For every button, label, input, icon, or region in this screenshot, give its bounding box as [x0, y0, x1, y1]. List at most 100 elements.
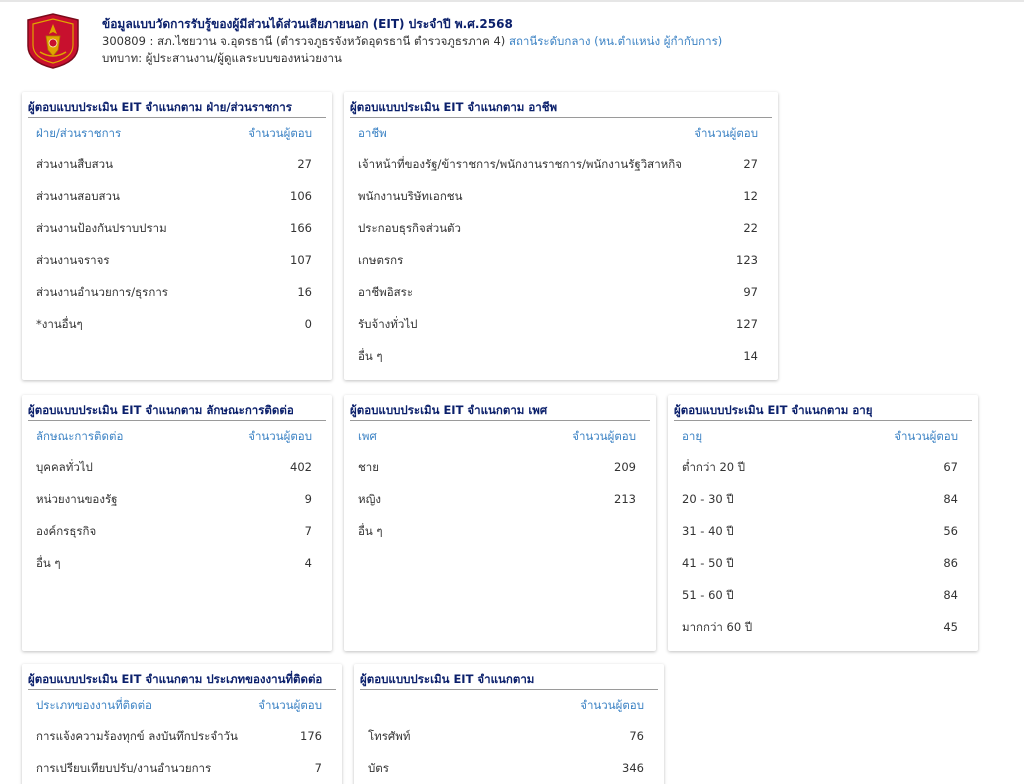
card-title: ผู้ตอบแบบประเมิน EIT จำแนกตาม ฝ่าย/ส่วนร… [28, 96, 326, 118]
table-row: เจ้าหน้าที่ของรัฐ/ข้าราชการ/พนักงานราชกา… [344, 148, 778, 180]
column-header: ฝ่าย/ส่วนราชการ จำนวนผู้ตอบ [22, 118, 332, 148]
row-label: หน่วยงานของรัฐ [36, 492, 118, 506]
row-value: 106 [290, 189, 312, 203]
row-value: 97 [743, 285, 758, 299]
row-label: 41 - 50 ปี [682, 556, 734, 570]
row-value: 67 [943, 460, 958, 474]
row-label: 20 - 30 ปี [682, 492, 734, 506]
row-label: ส่วนงานจราจร [36, 253, 110, 267]
row-label: บัตร [368, 761, 389, 775]
table-row: พนักงานบริษัทเอกชน 12 [344, 180, 778, 212]
table-row: อื่น ๆ 14 [344, 340, 778, 372]
table-row: *งานอื่นๆ 0 [22, 308, 332, 340]
table-row: หน่วยงานของรัฐ 9 [22, 483, 332, 515]
card-gender: ผู้ตอบแบบประเมิน EIT จำแนกตาม เพศ เพศ จำ… [344, 395, 656, 651]
column-count: จำนวนผู้ตอบ [894, 429, 958, 443]
card-division: ผู้ตอบแบบประเมิน EIT จำแนกตาม ฝ่าย/ส่วนร… [22, 92, 332, 380]
column-label: ฝ่าย/ส่วนราชการ [36, 126, 122, 140]
column-header: จำนวนผู้ตอบ [354, 690, 664, 720]
table-row: โทรศัพท์ 76 [354, 720, 664, 752]
table-row: ส่วนงานอำนวยการ/ธุรการ 16 [22, 276, 332, 308]
row-value: 12 [743, 189, 758, 203]
row-label: การเปรียบเทียบปรับ/งานอำนวยการ [36, 761, 212, 775]
table-row: การแจ้งความร้องทุกข์ ลงบันทึกประจำวัน 176 [22, 720, 342, 752]
row-label: หญิง [358, 492, 381, 506]
table-row: มากกว่า 60 ปี 45 [668, 611, 978, 643]
row-label: การแจ้งความร้องทุกข์ ลงบันทึกประจำวัน [36, 729, 238, 743]
table-row: 31 - 40 ปี 56 [668, 515, 978, 547]
row-value: 86 [943, 556, 958, 570]
row-value: 402 [290, 460, 312, 474]
row-label: อื่น ๆ [36, 556, 61, 570]
table-row: ส่วนงานสอบสวน 106 [22, 180, 332, 212]
table-row: หญิง 213 [344, 483, 656, 515]
row-label: อาชีพอิสระ [358, 285, 414, 299]
column-label: ลักษณะการติดต่อ [36, 429, 124, 443]
row-value: 84 [943, 492, 958, 506]
police-emblem-logo [27, 13, 79, 69]
table-row: อาชีพอิสระ 97 [344, 276, 778, 308]
row-value: 22 [743, 221, 758, 235]
row-value: 0 [304, 317, 312, 331]
card-title: ผู้ตอบแบบประเมิน EIT จำแนกตาม เพศ [350, 399, 650, 421]
table-row: การเปรียบเทียบปรับ/งานอำนวยการ 7 [22, 752, 342, 784]
row-label: ส่วนงานสอบสวน [36, 189, 120, 203]
page-title: ข้อมูลแบบวัดการรับรู้ของผู้มีส่วนได้ส่วน… [102, 17, 513, 31]
column-count: จำนวนผู้ตอบ [580, 698, 644, 712]
row-label: รับจ้างทั่วไป [358, 317, 418, 331]
row-value: 56 [943, 524, 958, 538]
card-work-type: ผู้ตอบแบบประเมิน EIT จำแนกตาม ประเภทของง… [22, 664, 342, 784]
row-value: 45 [943, 620, 958, 634]
column-header: อาชีพ จำนวนผู้ตอบ [344, 118, 778, 148]
card-age: ผู้ตอบแบบประเมิน EIT จำแนกตาม อายุ อายุ … [668, 395, 978, 651]
column-header: ลักษณะการติดต่อ จำนวนผู้ตอบ [22, 421, 332, 451]
row-value: 4 [304, 556, 312, 570]
card-title: ผู้ตอบแบบประเมิน EIT จำแนกตาม ประเภทของง… [28, 668, 336, 690]
row-value: 107 [290, 253, 312, 267]
row-label: ส่วนงานป้องกันปราบปราม [36, 221, 167, 235]
column-label: เพศ [358, 429, 377, 443]
card-title: ผู้ตอบแบบประเมิน EIT จำแนกตาม ลักษณะการต… [28, 399, 326, 421]
table-row: ส่วนงานป้องกันปราบปราม 166 [22, 212, 332, 244]
row-label: มากกว่า 60 ปี [682, 620, 753, 634]
table-row: ประกอบธุรกิจส่วนตัว 22 [344, 212, 778, 244]
table-row: อื่น ๆ 4 [22, 547, 332, 579]
unit-level-link[interactable]: สถานีระดับกลาง (หน.ตำแหน่ง ผู้กำกับการ) [509, 34, 722, 48]
row-label: 31 - 40 ปี [682, 524, 734, 538]
row-label: บุคคลทั่วไป [36, 460, 93, 474]
row-value: 166 [290, 221, 312, 235]
column-label: ประเภทของงานที่ติดต่อ [36, 698, 152, 712]
card-occupation: ผู้ตอบแบบประเมิน EIT จำแนกตาม อาชีพ อาชี… [344, 92, 778, 380]
table-row: รับจ้างทั่วไป 127 [344, 308, 778, 340]
table-row: 51 - 60 ปี 84 [668, 579, 978, 611]
role-line: บทบาท: ผู้ประสานงาน/ผู้ดูแลระบบของหน่วยง… [102, 51, 342, 65]
row-label: ต่ำกว่า 20 ปี [682, 460, 746, 474]
row-label: พนักงานบริษัทเอกชน [358, 189, 463, 203]
row-label: เจ้าหน้าที่ของรัฐ/ข้าราชการ/พนักงานราชกา… [358, 157, 682, 171]
row-value: 27 [743, 157, 758, 171]
card-channel: ผู้ตอบแบบประเมิน EIT จำแนกตาม จำนวนผู้ตอ… [354, 664, 664, 784]
row-label: เกษตรกร [358, 253, 404, 267]
row-value: 213 [614, 492, 636, 506]
row-label: 51 - 60 ปี [682, 588, 734, 602]
row-value: 14 [743, 349, 758, 363]
row-label: *งานอื่นๆ [36, 317, 83, 331]
column-count: จำนวนผู้ตอบ [258, 698, 322, 712]
row-label: โทรศัพท์ [368, 729, 411, 743]
row-label: ส่วนงานอำนวยการ/ธุรการ [36, 285, 168, 299]
row-label: ชาย [358, 460, 380, 474]
table-row: ส่วนงานสืบสวน 27 [22, 148, 332, 180]
row-value: 9 [304, 492, 312, 506]
row-label: ส่วนงานสืบสวน [36, 157, 113, 171]
column-header: ประเภทของงานที่ติดต่อ จำนวนผู้ตอบ [22, 690, 342, 720]
top-divider [0, 0, 1024, 2]
row-value: 176 [300, 729, 322, 743]
row-value: 7 [314, 761, 322, 775]
table-row: ต่ำกว่า 20 ปี 67 [668, 451, 978, 483]
row-value: 123 [736, 253, 758, 267]
row-value: 76 [629, 729, 644, 743]
row-value: 127 [736, 317, 758, 331]
column-label: อายุ [682, 429, 703, 443]
table-row: ส่วนงานจราจร 107 [22, 244, 332, 276]
card-title: ผู้ตอบแบบประเมิน EIT จำแนกตาม อาชีพ [350, 96, 772, 118]
